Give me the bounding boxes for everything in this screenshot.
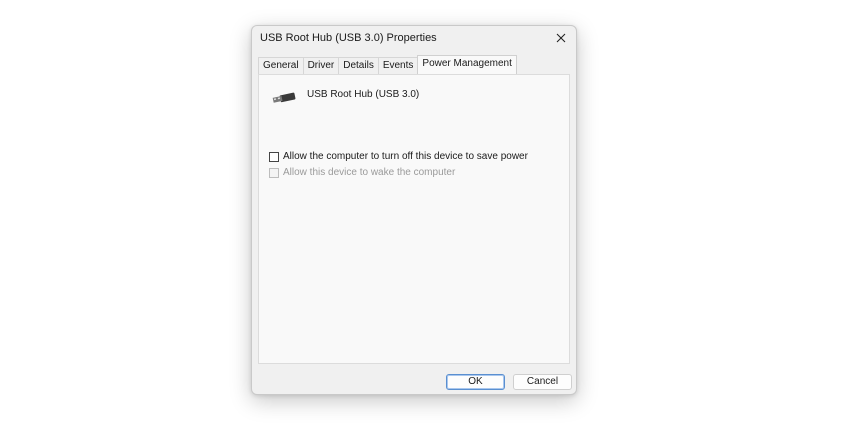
properties-dialog: USB Root Hub (USB 3.0) Properties Genera… [251, 25, 577, 395]
close-button[interactable] [550, 28, 572, 48]
tab-power-management[interactable]: Power Management [417, 55, 517, 74]
tab-driver[interactable]: Driver [302, 57, 340, 74]
usb-connector-icon [272, 92, 296, 103]
tab-events[interactable]: Events [377, 57, 419, 74]
allow-wake-label: Allow this device to wake the computer [283, 167, 456, 178]
allow-wake-row: Allow this device to wake the computer [269, 167, 455, 178]
cancel-button[interactable]: Cancel [513, 374, 572, 390]
device-name: USB Root Hub (USB 3.0) [307, 88, 420, 100]
allow-wake-checkbox [269, 167, 279, 178]
screen-background: USB Root Hub (USB 3.0) Properties Genera… [0, 0, 850, 423]
device-header: USB Root Hub (USB 3.0) [271, 85, 419, 109]
tab-details[interactable]: Details [338, 57, 379, 74]
tab-strip: General Driver Details Events Power Mana… [258, 55, 517, 74]
allow-turn-off-row[interactable]: Allow the computer to turn off this devi… [269, 151, 528, 162]
allow-turn-off-label[interactable]: Allow the computer to turn off this devi… [283, 151, 528, 162]
window-title: USB Root Hub (USB 3.0) Properties [260, 32, 437, 44]
power-management-panel: USB Root Hub (USB 3.0) Allow the compute… [258, 74, 570, 364]
close-icon [556, 33, 566, 43]
title-bar[interactable]: USB Root Hub (USB 3.0) Properties [252, 26, 576, 52]
ok-button[interactable]: OK [446, 374, 505, 390]
allow-turn-off-checkbox[interactable] [269, 151, 279, 162]
tab-general[interactable]: General [258, 57, 304, 74]
